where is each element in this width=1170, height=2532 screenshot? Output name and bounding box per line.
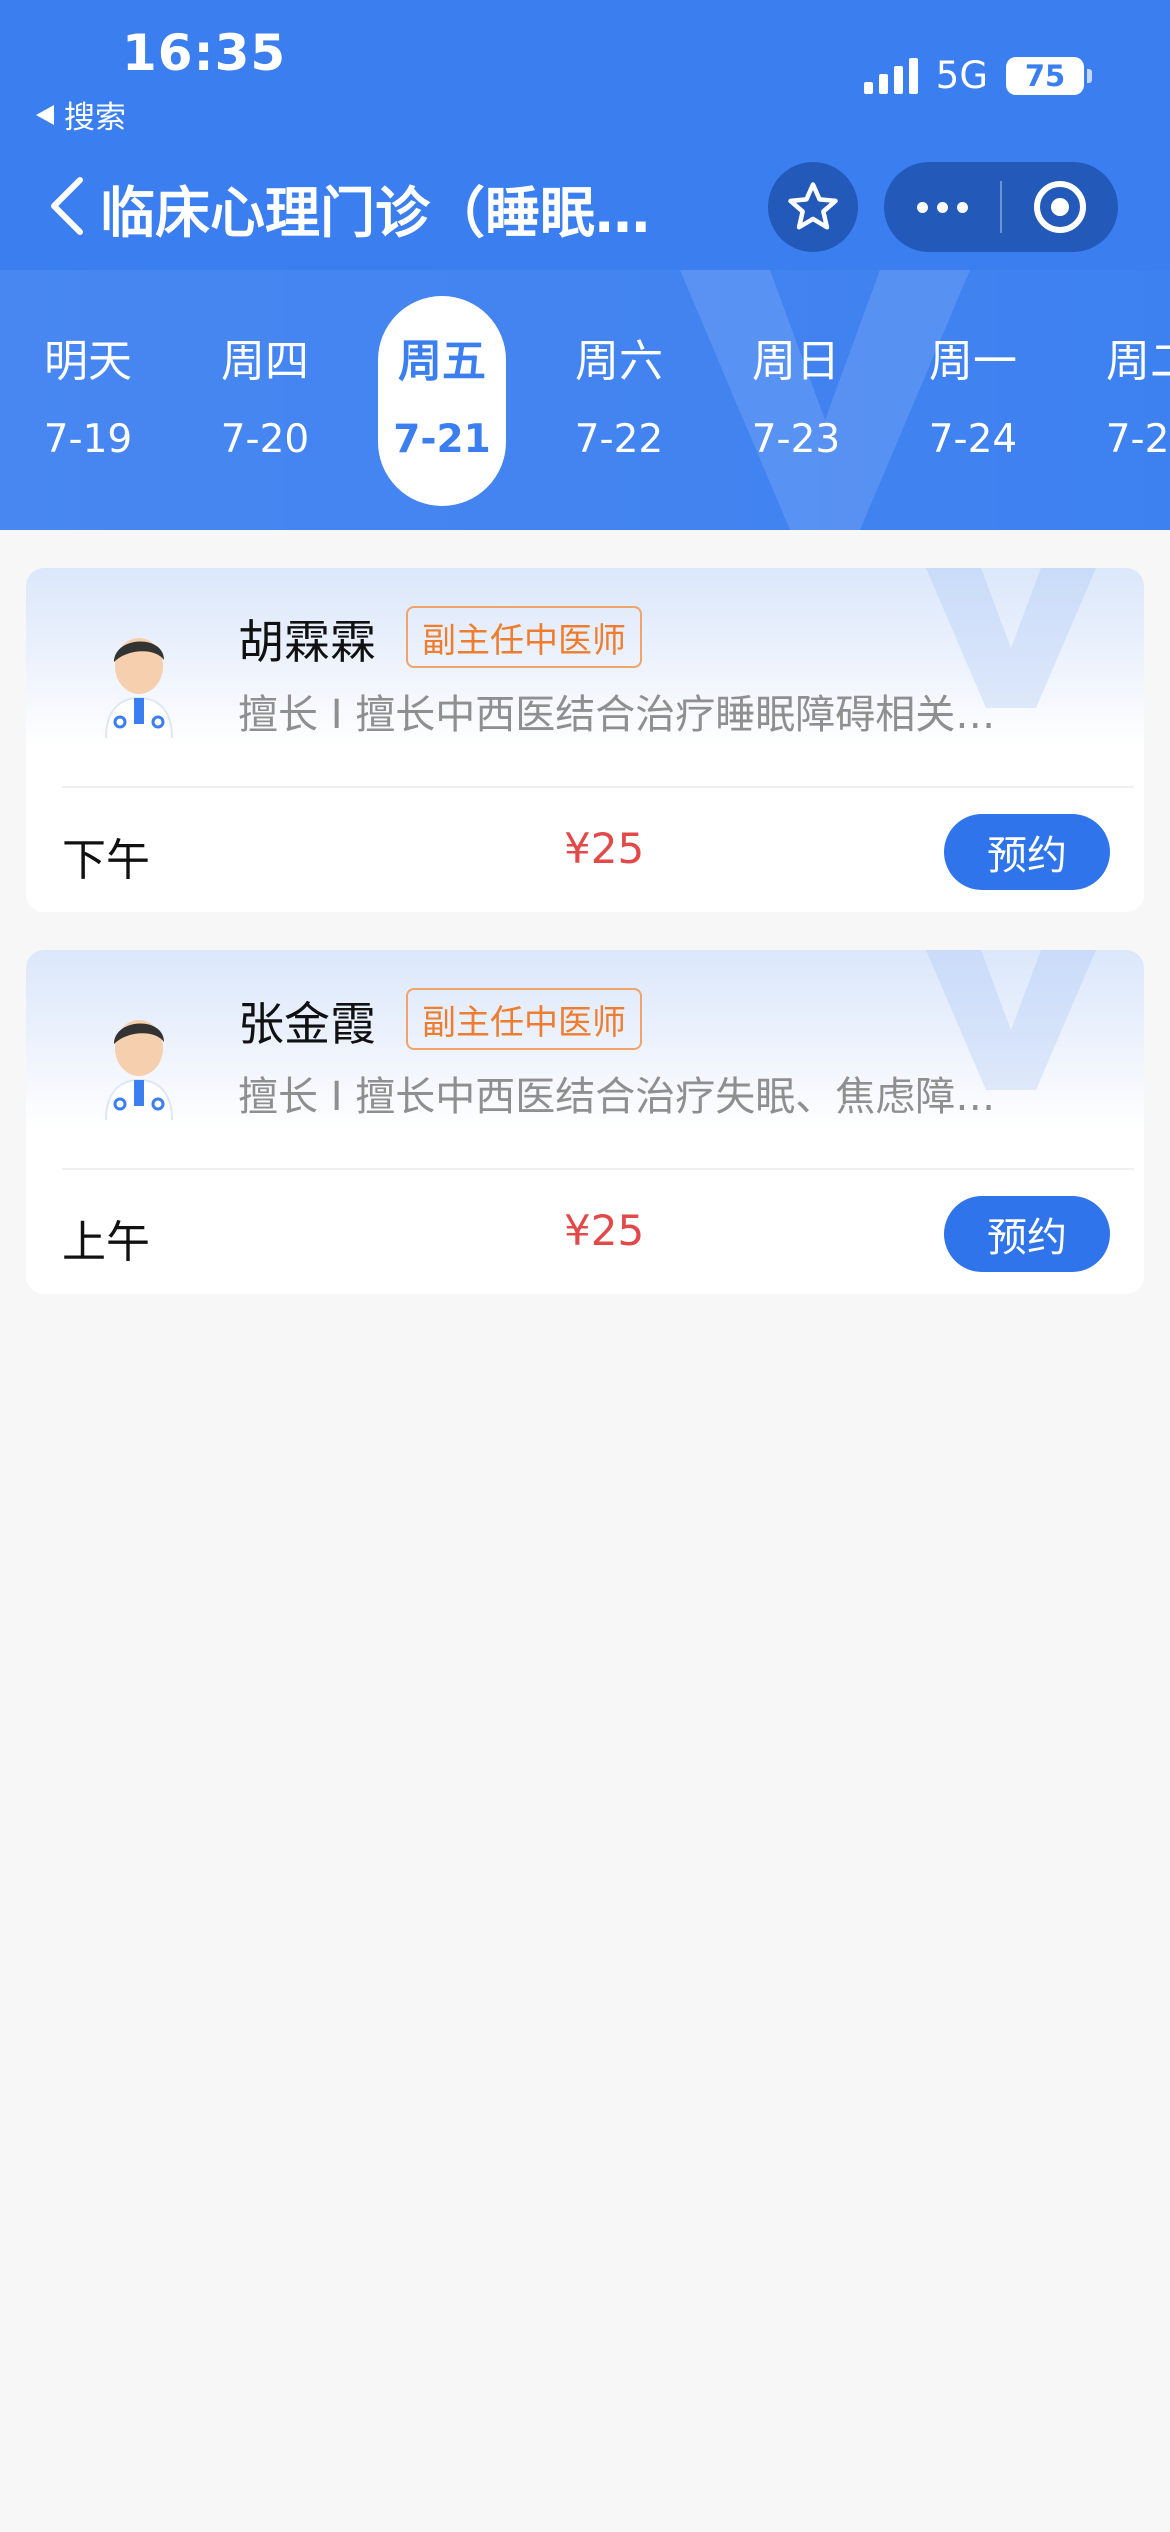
close-program-button[interactable] [1002, 162, 1118, 252]
doctor-name: 张金霞 [238, 997, 376, 1051]
back-triangle-icon [36, 104, 54, 125]
date-tab-weekday: 周六 [575, 336, 663, 387]
date-tab-date: 7-22 [574, 417, 664, 462]
back-chevron-icon[interactable] [46, 176, 90, 236]
date-tab-weekday: 周五 [398, 336, 486, 387]
doctor-avatar-icon [105, 638, 173, 738]
date-tab-date: 7-24 [928, 417, 1018, 462]
battery-level: 75 [1024, 58, 1066, 93]
signal-icon [863, 57, 918, 94]
battery-icon: 75 [1006, 56, 1092, 95]
book-button[interactable]: 预约 [944, 1196, 1110, 1272]
date-tab-weekday: 周四 [221, 336, 309, 387]
star-icon [788, 182, 838, 230]
book-button[interactable]: 预约 [944, 814, 1110, 890]
date-tab-weekday: 周二 [1106, 336, 1170, 387]
date-tab-date: 7-25 [1105, 417, 1170, 462]
date-tab-date: 7-19 [43, 417, 133, 462]
date-tab[interactable]: 周二 7-25 [1086, 296, 1170, 506]
price: ¥25 [564, 1206, 645, 1255]
date-tab-weekday: 周一 [929, 336, 1017, 387]
date-tab[interactable]: 周六 7-22 [555, 296, 683, 506]
date-tab-weekday: 明天 [44, 336, 132, 387]
appointment-page: 16:35 搜索 5G 75 临床心理门诊（睡眠… 明天 7-19 周四 7-2… [0, 0, 1170, 2532]
network-type: 5G [935, 54, 988, 97]
doctor-title-badge: 副主任中医师 [406, 988, 642, 1050]
status-time: 16:35 [122, 24, 287, 82]
header: 16:35 搜索 5G 75 临床心理门诊（睡眠… 明天 7-19 周四 7-2… [0, 0, 1170, 530]
time-slot: 上午 [62, 1217, 150, 1268]
status-indicators: 5G 75 [863, 54, 1092, 97]
doctor-specialty: 擅长 I 擅长中西医结合治疗失眠、焦虑障… [238, 1074, 996, 1120]
time-slot: 下午 [62, 835, 150, 886]
date-tab[interactable]: 周四 7-20 [201, 296, 329, 506]
doctor-card[interactable]: 张金霞 副主任中医师 擅长 I 擅长中西医结合治疗失眠、焦虑障… 上午 ¥25 … [26, 950, 1144, 1294]
price: ¥25 [564, 824, 645, 873]
status-back-link[interactable]: 搜索 [36, 92, 126, 137]
favorite-button[interactable] [768, 162, 858, 252]
date-tab-date: 7-21 [393, 417, 491, 462]
date-tab[interactable]: 明天 7-19 [24, 296, 152, 506]
date-tab[interactable]: 周一 7-24 [909, 296, 1037, 506]
card-divider [62, 1168, 1134, 1170]
more-button[interactable] [884, 162, 1000, 252]
doctor-title-badge: 副主任中医师 [406, 606, 642, 668]
date-tab-date: 7-20 [220, 417, 310, 462]
date-tab-selected[interactable]: 周五 7-21 [378, 296, 506, 506]
doctor-specialty: 擅长 I 擅长中西医结合治疗睡眠障碍相关… [238, 692, 996, 738]
doctor-card[interactable]: 胡霖霖 副主任中医师 擅长 I 擅长中西医结合治疗睡眠障碍相关… 下午 ¥25 … [26, 568, 1144, 912]
more-dots-icon [916, 201, 968, 213]
date-tab-date: 7-23 [751, 417, 841, 462]
mini-program-capsule [884, 162, 1118, 252]
date-tabs: 明天 7-19 周四 7-20 周五 7-21 周六 7-22 周日 7-23 … [0, 296, 1170, 506]
card-divider [62, 786, 1134, 788]
status-back-label: 搜索 [64, 100, 126, 136]
date-tab[interactable]: 周日 7-23 [732, 296, 860, 506]
doctor-avatar-icon [105, 1020, 173, 1120]
doctor-name: 胡霖霖 [238, 615, 376, 669]
target-icon [1034, 181, 1086, 233]
date-tab-weekday: 周日 [752, 336, 840, 387]
page-title: 临床心理门诊（睡眠… [100, 181, 651, 245]
